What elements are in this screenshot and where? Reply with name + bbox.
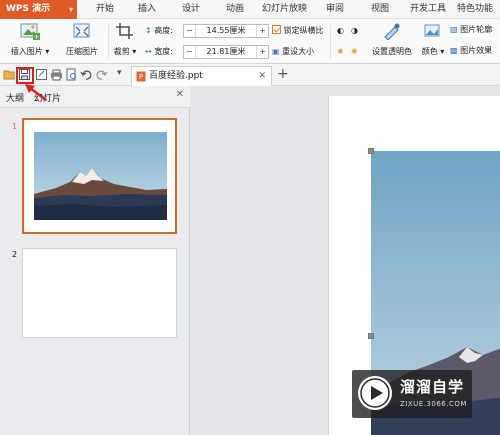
color-button[interactable]: 颜色 ▾ [420,22,446,57]
slide-thumbnail-1[interactable] [22,118,177,234]
document-tab[interactable]: P 百度经验.ppt ✕ [131,66,272,86]
print-preview-icon[interactable] [65,68,78,81]
menu-tab-features[interactable]: 特色功能 [457,0,493,19]
reset-size-icon: ▣ [272,47,280,56]
menu-tab-review[interactable]: 审阅 [326,0,344,19]
brightness-icon: ◑ [351,26,358,35]
width-icon: ↔ [145,47,152,56]
slides-panel: 大纲 幻灯片 ✕ 1 2 [0,86,190,435]
height-icon: ↕ [145,26,152,35]
close-icon[interactable]: ✕ [176,89,184,100]
close-icon[interactable]: ✕ [258,67,266,85]
height-increase-button[interactable]: + [256,25,268,37]
width-decrease-button[interactable]: − [184,46,196,58]
menu-tab-developer[interactable]: 开发工具 [410,0,446,19]
red-arrow-annotation [25,84,47,101]
reset-size-button[interactable]: ▣ 重设大小 [272,45,314,59]
picture-outline-icon: ▨ [450,25,458,34]
height-value[interactable]: 14.55厘米 [198,25,254,37]
resize-handle[interactable] [368,148,374,154]
chevron-down-icon: ▾ [68,5,73,14]
menu-tab-slideshow[interactable]: 幻灯片放映 [262,0,307,19]
mountain-image [34,132,167,220]
watermark: 溜溜自学 ZIXUE.3066.COM [352,370,472,418]
set-transparent-button[interactable]: 设置透明色 [368,22,416,57]
ribbon: + 插入图片 ▾ 压缩图片 裁剪 ▾ ↕ 高度: − 14.55厘米 + ↔ 宽… [0,19,500,64]
menu-tab-design[interactable]: 设计 [182,0,200,19]
color-palette-icon [424,24,440,37]
play-logo-icon [358,376,392,410]
resize-handle[interactable] [368,333,374,339]
width-value[interactable]: 21.81厘米 [198,46,254,58]
svg-text:P: P [139,73,143,81]
new-tab-icon[interactable]: + [277,66,289,82]
picture-effect-button[interactable]: ▩ 图片效果 [450,44,492,58]
app-menu-button[interactable]: WPS 演示 ▾ [0,0,77,19]
watermark-brand: 溜溜自学 [400,378,465,396]
menu-tab-animation[interactable]: 动画 [226,0,244,19]
compress-picture-button[interactable]: 压缩图片 [62,22,102,57]
contrast-button[interactable]: ◐ [337,24,344,38]
lock-ratio-checkbox[interactable]: 锁定纵横比 [272,24,324,38]
document-tab-name: 百度经验.ppt [149,71,203,81]
checkbox-checked-icon [272,25,281,34]
ribbon-separator [108,25,109,59]
crop-button[interactable]: 裁剪 ▾ [112,22,138,57]
picture-effect-label: 图片效果 [460,46,493,55]
brightness-up-button[interactable]: ✹ [337,45,344,59]
compress-picture-icon [73,23,90,38]
redo-icon[interactable] [95,68,108,81]
insert-picture-button[interactable]: + 插入图片 ▾ [8,22,52,57]
color-label: 颜色 [421,47,438,56]
print-icon[interactable] [50,68,63,81]
slide-number: 2 [12,250,18,259]
slide-number: 1 [12,122,18,131]
width-increase-button[interactable]: + [256,46,268,58]
sun-minus-icon: ✺ [351,47,358,56]
height-row: ↕ 高度: [145,24,173,38]
quick-access-bar: ▾ P 百度经验.ppt ✕ + [0,64,500,86]
slide-thumbnail-2[interactable] [22,248,177,338]
svg-text:+: + [34,33,40,40]
chevron-down-icon[interactable]: ▾ [117,68,122,78]
menu-tab-home[interactable]: 开始 [96,0,114,19]
menu-tab-insert[interactable]: 插入 [138,0,156,19]
picture-outline-label: 图片轮廓 [460,25,493,34]
contrast-icon: ◐ [337,26,344,35]
width-stepper[interactable]: − 21.81厘米 + [183,45,269,59]
insert-picture-label: 插入图片 [10,47,43,56]
brightness-down-button[interactable]: ✺ [351,45,358,59]
set-transparent-label: 设置透明色 [372,47,412,56]
sun-plus-icon: ✹ [337,47,344,56]
picture-effect-icon: ▩ [450,46,458,55]
insert-picture-icon: + [20,23,40,41]
app-title: WPS 演示 [6,4,51,14]
crop-label: 裁剪 [113,47,130,56]
transparent-color-icon [384,23,400,41]
ribbon-separator [330,25,331,59]
reset-size-label: 重设大小 [282,47,315,56]
ppt-file-icon: P [136,71,146,82]
menu-tab-view[interactable]: 视图 [371,0,389,19]
height-label: 高度: [154,26,173,35]
compress-picture-label: 压缩图片 [66,47,98,56]
save-as-icon[interactable] [35,68,48,81]
picture-outline-button[interactable]: ▨ 图片轮廓 [450,23,492,37]
height-stepper[interactable]: − 14.55厘米 + [183,24,269,38]
undo-icon[interactable] [80,68,93,81]
crop-icon [116,23,133,39]
lock-ratio-label: 锁定纵横比 [283,26,324,35]
width-row: ↔ 宽度: [145,45,173,59]
brightness-button[interactable]: ◑ [351,24,358,38]
watermark-url: ZIXUE.3066.COM [400,400,467,408]
menu-bar: WPS 演示 ▾ 开始 插入 设计 动画 幻灯片放映 审阅 视图 开发工具 特色… [0,0,500,19]
height-decrease-button[interactable]: − [184,25,196,37]
width-label: 宽度: [154,47,173,56]
open-folder-icon[interactable] [3,68,16,81]
